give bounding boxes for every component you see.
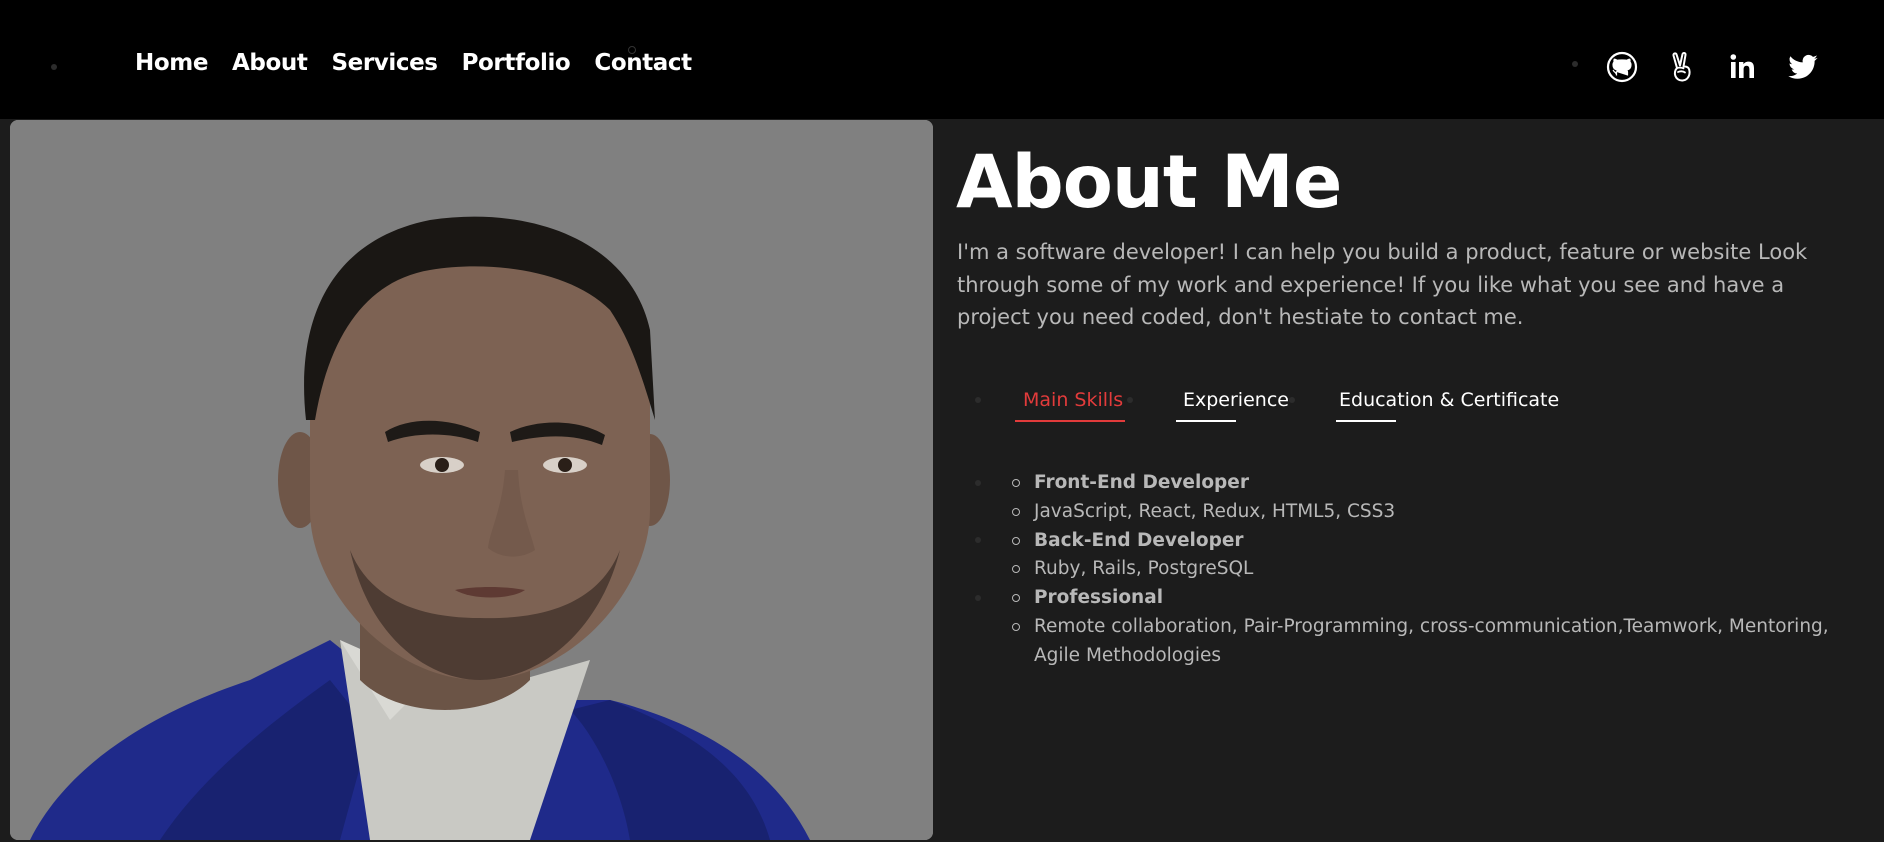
- list-decor-dot: [975, 480, 981, 486]
- skill-detail: Ruby, Rails, PostgreSQL: [1034, 558, 1254, 580]
- peace-hand-icon[interactable]: [1665, 50, 1699, 84]
- bullet-icon: [1012, 565, 1020, 574]
- skills-list: Front-End Developer JavaScript, React, R…: [1012, 469, 1852, 671]
- linkedin-icon[interactable]: [1726, 50, 1760, 84]
- nav-decor-dot: [51, 64, 57, 70]
- twitter-icon[interactable]: [1786, 50, 1820, 84]
- about-description: I'm a software developer! I can help you…: [957, 240, 1808, 329]
- bullet-icon: [1012, 594, 1020, 603]
- nav-link-services[interactable]: Services: [331, 50, 438, 76]
- skill-detail: JavaScript, React, Redux, HTML5, CSS3: [1034, 500, 1396, 522]
- page-title: About Me: [956, 140, 1342, 225]
- tab-decor-dot: [1289, 397, 1295, 403]
- navbar: Home About Services Portfolio Contact: [0, 0, 1884, 119]
- tab-main-skills[interactable]: Main Skills: [1023, 389, 1123, 411]
- list-item: JavaScript, React, Redux, HTML5, CSS3: [1012, 498, 1852, 527]
- nav-link-home[interactable]: Home: [135, 50, 208, 76]
- nav-link-about[interactable]: About: [232, 50, 308, 76]
- list-item: Front-End Developer: [1012, 469, 1852, 498]
- tab-active-underline: [1015, 420, 1125, 422]
- bullet-icon: [1012, 622, 1020, 631]
- nav-links: Home About Services Portfolio Contact: [135, 50, 692, 76]
- profile-photo: [10, 120, 933, 840]
- bullet-icon: [1012, 507, 1020, 516]
- tab-decor-dot: [1127, 397, 1133, 403]
- skill-title: Back-End Developer: [1034, 529, 1244, 551]
- list-decor-dot: [975, 595, 981, 601]
- tab-decor-dot: [975, 397, 981, 403]
- bullet-icon: [1012, 536, 1020, 545]
- list-decor-dot: [975, 537, 981, 543]
- github-icon[interactable]: [1605, 50, 1639, 84]
- skill-title: Front-End Developer: [1034, 472, 1249, 493]
- list-item: Back-End Developer: [1012, 527, 1852, 556]
- tab-experience[interactable]: Experience: [1183, 389, 1289, 411]
- bullet-icon: [1012, 479, 1020, 487]
- skill-title: Professional: [1034, 587, 1164, 609]
- tab-underline: [1336, 420, 1396, 422]
- list-item: Remote collaboration, Pair-Programming, …: [1012, 613, 1852, 671]
- nav-link-portfolio[interactable]: Portfolio: [462, 50, 571, 76]
- tab-education-certificate[interactable]: Education & Certificate: [1339, 389, 1559, 411]
- list-item: Professional: [1012, 584, 1852, 613]
- list-item: Ruby, Rails, PostgreSQL: [1012, 555, 1852, 584]
- nav-link-contact[interactable]: Contact: [594, 50, 692, 76]
- tab-underline: [1176, 420, 1236, 422]
- nav-decor-dot: [1572, 61, 1578, 67]
- skill-detail: Remote collaboration, Pair-Programming, …: [1034, 615, 1829, 666]
